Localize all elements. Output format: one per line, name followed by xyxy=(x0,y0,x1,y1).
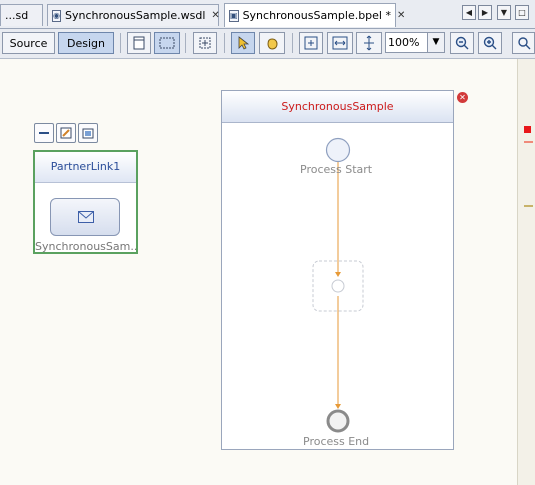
process-end-node[interactable] xyxy=(326,409,350,433)
process-start-node[interactable] xyxy=(325,137,351,163)
process-end-label: Process End xyxy=(303,435,370,448)
flow-arrow xyxy=(335,404,341,409)
process-start-label: Process Start xyxy=(300,163,373,176)
flow-arrow xyxy=(335,272,341,277)
process-flow xyxy=(312,137,364,433)
placeholder-circle xyxy=(331,279,345,293)
